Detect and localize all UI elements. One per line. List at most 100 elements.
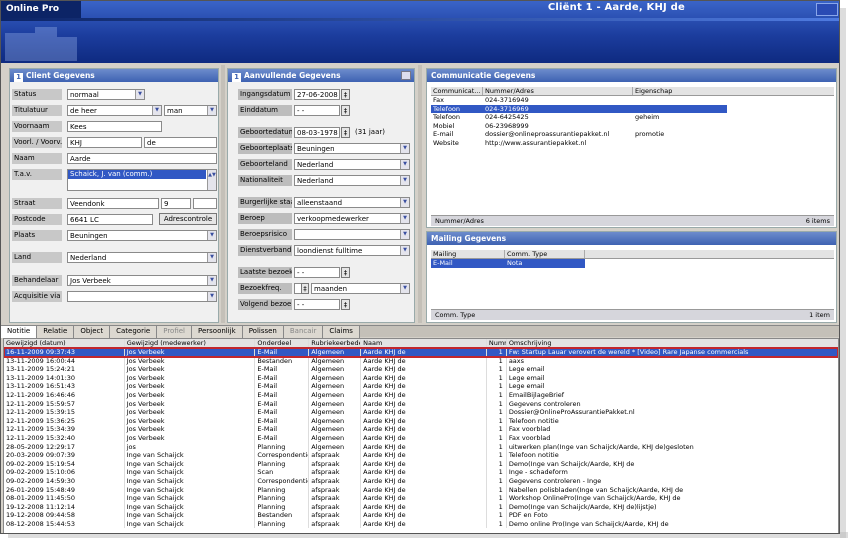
table-row[interactable]: E-mail dossier@onlineproassurantiepakket.… bbox=[431, 130, 834, 139]
table-row[interactable]: 19-12-2008 09:44:58 Inge van Schaijck Best… bbox=[4, 511, 838, 520]
plaats-select[interactable]: Beuningen ▼ bbox=[67, 230, 217, 241]
comm-col-type[interactable]: Communicat... bbox=[431, 87, 483, 95]
table-row[interactable]: 08-01-2009 11:45:50 Inge van Schaijck Plan… bbox=[4, 494, 838, 503]
geboorteland-select[interactable]: Nederland ▼ bbox=[294, 159, 410, 170]
tab-object[interactable]: Object bbox=[74, 326, 111, 338]
table-row[interactable]: 12-11-2009 16:46:46 Jos Verbeek E-Mail Alge… bbox=[4, 390, 838, 400]
ingangsdatum-label: Ingangsdatum bbox=[238, 89, 292, 100]
panel-menu-button[interactable] bbox=[401, 71, 411, 80]
comm-grid[interactable]: Communicat... Nummer/Adres Eigenschap Fa… bbox=[431, 87, 834, 227]
scroll-arrows-icon[interactable]: ▲▼ bbox=[207, 170, 216, 190]
comm-col-nummer[interactable]: Nummer/Adres bbox=[483, 87, 633, 95]
table-row[interactable]: 12-11-2009 15:36:25 Jos Verbeek E-Mail Alge… bbox=[4, 416, 838, 426]
table-row[interactable]: 08-12-2008 15:44:53 Inge van Schaijck Plan… bbox=[4, 519, 838, 529]
laatste-bezoek-input[interactable]: - - bbox=[294, 267, 340, 278]
notes-col-datum[interactable]: Gewijzigd (datum) bbox=[4, 339, 125, 347]
table-row[interactable]: 12-11-2009 15:39:15 Jos Verbeek E-Mail Alge… bbox=[4, 408, 838, 417]
adrescontrole-button[interactable]: Adrescontrole bbox=[159, 213, 217, 225]
huisnummer-input[interactable]: 9 bbox=[161, 198, 191, 209]
tab-profiel[interactable]: Profiel bbox=[157, 326, 192, 338]
notes-grid[interactable]: Gewijzigd (datum) Gewijzigd (medewerker)… bbox=[3, 338, 839, 533]
status-select[interactable]: normaal ▼ bbox=[67, 89, 145, 100]
tab-notitie[interactable]: Notitie bbox=[1, 326, 38, 338]
table-row[interactable]: 28-05-2009 12:29:17 jos Planning Algemeen Aa… bbox=[4, 442, 838, 452]
calendar-spin-icon[interactable]: ‡ bbox=[341, 299, 350, 310]
beroep-select[interactable]: verkoopmedewerker ▼ bbox=[294, 213, 410, 224]
straat-input[interactable]: Veendonk bbox=[67, 198, 159, 209]
notes-cell: Aarde KHJ de bbox=[361, 348, 487, 357]
mailing-col-mailing[interactable]: Mailing bbox=[431, 250, 505, 258]
voorvoegsel-input[interactable]: de bbox=[144, 137, 217, 148]
splitter[interactable] bbox=[221, 65, 225, 323]
einddatum-input[interactable]: - - bbox=[294, 105, 340, 116]
table-row[interactable]: 26-01-2009 15:48:49 Inge van Schaijck Plan… bbox=[4, 485, 838, 495]
beroepsrisico-select[interactable]: ▼ bbox=[294, 229, 410, 240]
table-row[interactable]: 12-11-2009 15:34:39 Jos Verbeek E-Mail Alge… bbox=[4, 425, 838, 434]
tab-relatie[interactable]: Relatie bbox=[37, 326, 75, 338]
table-row[interactable]: Mobiel 06-23968999 bbox=[431, 122, 834, 131]
comm-footer-group[interactable]: Nummer/Adres bbox=[435, 216, 484, 226]
comm-col-eigenschap[interactable]: Eigenschap bbox=[633, 87, 832, 95]
tab-persoonlijk[interactable]: Persoonlijk bbox=[191, 326, 243, 338]
tav-selected-item[interactable]: Schaick, J. van (comm.) bbox=[68, 170, 206, 179]
ingangsdatum-input[interactable]: 27-06-2008 bbox=[294, 89, 340, 100]
bezoekfreq-select[interactable]: maanden ▼ bbox=[311, 283, 410, 294]
table-row[interactable]: 19-12-2008 11:12:14 Inge van Schaijck Plan… bbox=[4, 502, 838, 512]
notes-col-nummer[interactable]: Nummer bbox=[487, 339, 507, 347]
calendar-spin-icon[interactable]: ‡ bbox=[341, 267, 350, 278]
voornaam-input[interactable]: Kees bbox=[67, 121, 162, 132]
splitter[interactable] bbox=[418, 65, 422, 323]
table-row[interactable]: Telefoon 024-3716969 bbox=[431, 104, 727, 113]
notes-col-onderdeel[interactable]: Onderdeel bbox=[255, 339, 310, 347]
table-row[interactable]: E-Mail Nota bbox=[431, 259, 585, 268]
table-row[interactable]: 13-11-2009 16:00:44 Jos Verbeek Bestanden A… bbox=[4, 356, 838, 366]
table-row[interactable]: 09-02-2009 15:19:54 Inge van Schaijck Plan… bbox=[4, 459, 838, 469]
gender-select[interactable]: man ▼ bbox=[164, 105, 217, 116]
postcode-input[interactable]: 6641 LC bbox=[67, 214, 153, 225]
notes-cell: 1 bbox=[487, 356, 507, 366]
table-row[interactable]: 13-11-2009 15:24:21 Jos Verbeek E-Mail Alge… bbox=[4, 365, 838, 374]
table-row[interactable]: 09-02-2009 15:10:06 Inge van Schaijck Scan… bbox=[4, 468, 838, 477]
naam-input[interactable]: Aarde bbox=[67, 153, 217, 164]
geboorteplaats-select[interactable]: Beuningen ▼ bbox=[294, 143, 410, 154]
mailing-footer-group[interactable]: Comm. Type bbox=[435, 310, 475, 320]
table-row[interactable]: 09-02-2009 14:59:30 Inge van Schaijck Corr… bbox=[4, 476, 838, 486]
mailing-col-commtype[interactable]: Comm. Type bbox=[505, 250, 585, 258]
volgend-bezoek-input[interactable]: - - bbox=[294, 299, 340, 310]
burgerlijke-staat-select[interactable]: alleenstaand ▼ bbox=[294, 197, 410, 208]
table-row[interactable]: Fax 024-3716949 bbox=[431, 96, 834, 105]
tav-listbox[interactable]: Schaick, J. van (comm.) ▲▼ bbox=[67, 169, 217, 191]
table-row[interactable]: 20-03-2009 09:07:39 Inge van Schaijck Corr… bbox=[4, 451, 838, 460]
dienstverband-select[interactable]: loondienst fulltime ▼ bbox=[294, 245, 410, 256]
table-row[interactable]: 12-11-2009 15:32:40 Jos Verbeek E-Mail Alge… bbox=[4, 433, 838, 443]
tab-claims[interactable]: Claims bbox=[323, 326, 360, 338]
notes-col-omschrijving[interactable]: Omschrijving bbox=[507, 339, 838, 347]
land-select[interactable]: Nederland ▼ bbox=[67, 252, 217, 263]
calendar-spin-icon[interactable]: ‡ bbox=[341, 127, 350, 138]
voorletters-input[interactable]: KHJ bbox=[67, 137, 142, 148]
notes-col-medewerker[interactable]: Gewijzigd (medewerker) bbox=[125, 339, 256, 347]
table-row[interactable]: 13-11-2009 14:01:30 Jos Verbeek E-Mail Alge… bbox=[4, 373, 838, 383]
behandelaar-select[interactable]: Jos Verbeek ▼ bbox=[67, 275, 217, 286]
notes-col-rubriek[interactable]: Rubriekeerbeden bbox=[309, 339, 362, 347]
tab-categorie[interactable]: Categorie bbox=[110, 326, 158, 338]
table-row[interactable]: 12-11-2009 15:59:57 Jos Verbeek E-Mail Alge… bbox=[4, 399, 838, 409]
calendar-spin-icon[interactable]: ‡ bbox=[341, 105, 350, 116]
titulatuur-select[interactable]: de heer ▼ bbox=[67, 105, 162, 116]
table-row[interactable]: 13-11-2009 16:51:43 Jos Verbeek E-Mail Alge… bbox=[4, 382, 838, 391]
mailing-grid[interactable]: Mailing Comm. Type E-Mail Nota Comm. Type… bbox=[431, 250, 834, 322]
notes-col-naam[interactable]: Naam bbox=[361, 339, 487, 347]
spin-icon[interactable]: ‡ bbox=[301, 283, 309, 294]
tab-polissen[interactable]: Polissen bbox=[242, 326, 284, 338]
geboortedatum-input[interactable]: 08-03-1978 bbox=[294, 127, 340, 138]
toevoeging-input[interactable] bbox=[193, 198, 217, 209]
acquisitie-select[interactable]: ▼ bbox=[67, 291, 217, 302]
notes-cell: 09-02-2009 15:10:06 bbox=[4, 468, 125, 477]
table-row[interactable]: 16-11-2009 09:37:43 Jos Verbeek E-Mail Alge… bbox=[4, 347, 838, 358]
calendar-spin-icon[interactable]: ‡ bbox=[341, 89, 350, 100]
nationaliteit-select[interactable]: Nederland ▼ bbox=[294, 175, 410, 186]
table-row[interactable]: Telefoon 024-6425425 geheim bbox=[431, 113, 834, 122]
tab-bancair[interactable]: Bancair bbox=[283, 326, 324, 338]
window-control-button[interactable] bbox=[816, 3, 838, 16]
table-row[interactable]: Website http://www.assurantiepakket.nl bbox=[431, 139, 834, 148]
